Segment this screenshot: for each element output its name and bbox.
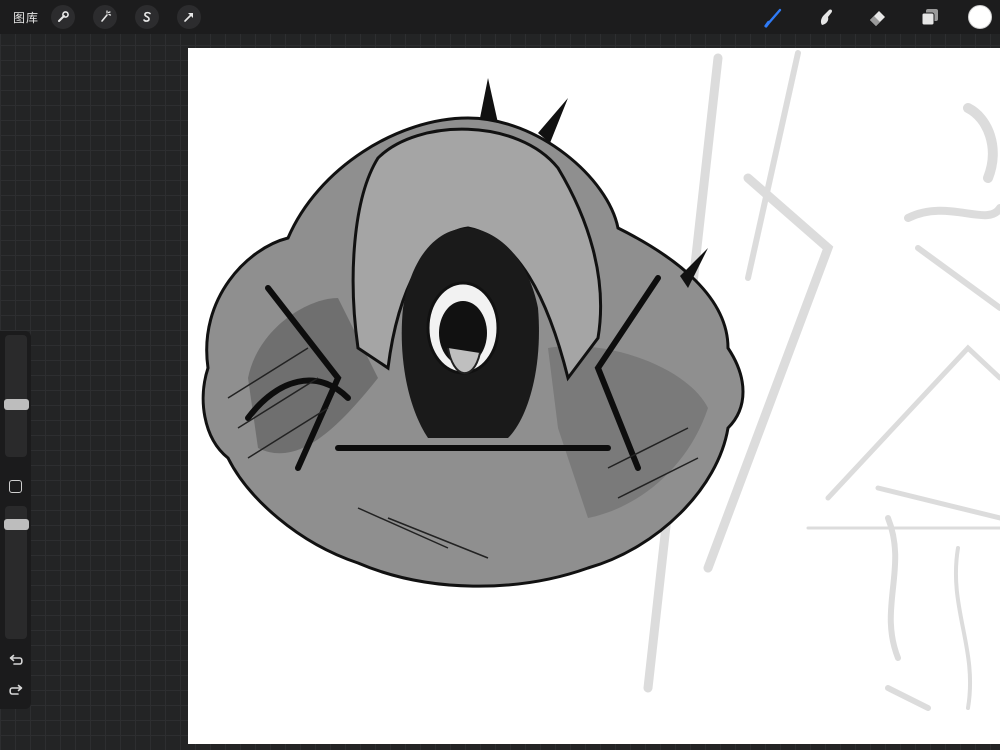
right-tool-group bbox=[736, 0, 992, 34]
smudge-tool-button[interactable] bbox=[812, 3, 840, 31]
arrow-cursor-icon bbox=[184, 13, 194, 22]
adjustments-button[interactable] bbox=[93, 5, 118, 29]
layers-button[interactable] bbox=[916, 3, 944, 31]
magic-wand-icon bbox=[101, 10, 112, 22]
top-toolbar: 图库 bbox=[0, 0, 1000, 34]
undo-icon[interactable] bbox=[8, 654, 24, 668]
selection-s-icon bbox=[143, 11, 151, 22]
square-modify-icon[interactable] bbox=[9, 480, 22, 493]
gallery-button[interactable]: 图库 bbox=[13, 9, 39, 26]
artwork-sketch bbox=[201, 50, 1000, 711]
selection-button[interactable] bbox=[135, 5, 160, 29]
left-sidebar bbox=[0, 331, 31, 709]
actions-button[interactable] bbox=[51, 5, 76, 29]
color-picker-button[interactable] bbox=[968, 5, 992, 29]
eraser-tool-button[interactable] bbox=[864, 3, 892, 31]
brush-size-slider-thumb[interactable] bbox=[4, 399, 29, 410]
paint-tool-button[interactable] bbox=[760, 3, 788, 31]
eraser-icon bbox=[870, 11, 885, 26]
layers-icon bbox=[921, 9, 938, 26]
opacity-slider-thumb[interactable] bbox=[4, 519, 29, 530]
brush-icon bbox=[764, 8, 782, 28]
redo-icon[interactable] bbox=[8, 684, 24, 698]
wrench-icon bbox=[58, 11, 69, 22]
brush-size-slider[interactable] bbox=[5, 335, 27, 457]
transform-button[interactable] bbox=[177, 5, 202, 29]
drawing-canvas[interactable] bbox=[188, 48, 1000, 744]
smudge-finger-icon bbox=[820, 9, 833, 25]
